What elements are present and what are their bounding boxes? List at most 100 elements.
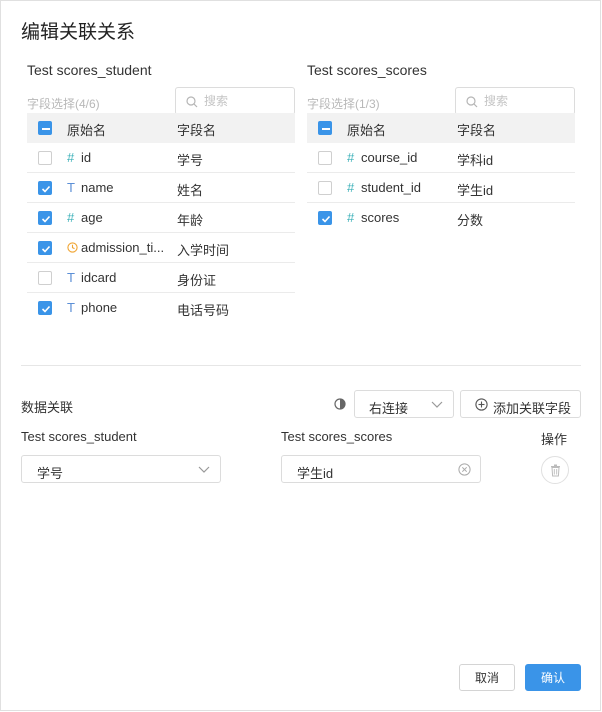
select-all-checkbox[interactable] bbox=[318, 121, 332, 135]
section-divider bbox=[21, 365, 581, 366]
table-row[interactable]: # scores 分数 bbox=[307, 203, 575, 233]
right-relation-field-value: 学生id bbox=[297, 466, 334, 481]
original-name-text: idcard bbox=[81, 270, 117, 285]
left-table-panel: Test scores_student 字段选择(4/6) 原始名 字段名 # i… bbox=[27, 61, 295, 323]
dialog-title: 编辑关联关系 bbox=[21, 22, 136, 43]
left-relation-label: Test scores_student bbox=[21, 429, 137, 444]
field-name-cell: 分数 bbox=[457, 213, 484, 228]
check-icon bbox=[321, 215, 331, 223]
hash-icon: # bbox=[67, 150, 75, 165]
field-name-cell: 电话号码 bbox=[177, 303, 230, 318]
text-type-icon: T bbox=[67, 300, 75, 315]
header-original-name: 原始名 bbox=[67, 123, 107, 138]
clear-icon[interactable] bbox=[458, 463, 471, 476]
left-search-box[interactable] bbox=[175, 87, 295, 115]
clock-icon bbox=[67, 240, 81, 255]
toggle-icon[interactable] bbox=[334, 398, 348, 410]
check-icon bbox=[41, 305, 51, 313]
hash-icon: # bbox=[347, 210, 355, 225]
action-label: 操作 bbox=[541, 432, 568, 447]
field-name-cell: 入学时间 bbox=[177, 243, 230, 258]
original-name-text: id bbox=[81, 150, 92, 165]
original-name-cell: # id bbox=[67, 150, 167, 165]
row-checkbox[interactable] bbox=[38, 271, 52, 285]
row-checkbox[interactable] bbox=[318, 151, 332, 165]
table-row[interactable]: # id 学号 bbox=[27, 143, 295, 173]
confirm-button[interactable]: 确认 bbox=[525, 664, 581, 691]
original-name-cell: Tphone bbox=[67, 300, 167, 315]
field-name-cell: 学号 bbox=[177, 153, 204, 168]
hash-icon: # bbox=[347, 180, 355, 195]
join-type-select[interactable]: 右连接 bbox=[354, 390, 454, 418]
row-checkbox[interactable] bbox=[38, 151, 52, 165]
check-icon bbox=[41, 245, 51, 253]
table-header: 原始名 字段名 bbox=[307, 113, 575, 143]
left-table-title: Test scores_student bbox=[27, 62, 152, 78]
original-name-text: name bbox=[81, 180, 114, 195]
search-icon bbox=[466, 96, 478, 108]
select-all-checkbox[interactable] bbox=[38, 121, 52, 135]
table-row[interactable]: Tphone 电话号码 bbox=[27, 293, 295, 323]
original-name-cell: # student_id bbox=[347, 180, 447, 195]
row-checkbox[interactable] bbox=[38, 181, 52, 195]
right-field-count: 字段选择(1/3) bbox=[307, 97, 380, 111]
original-name-text: phone bbox=[81, 300, 118, 315]
field-name-cell: 学生id bbox=[457, 183, 494, 198]
chevron-down-icon bbox=[431, 401, 443, 408]
cancel-button[interactable]: 取消 bbox=[459, 664, 515, 691]
check-icon bbox=[41, 215, 51, 223]
left-search-input[interactable] bbox=[204, 93, 288, 109]
join-type-value: 右连接 bbox=[369, 401, 409, 416]
indeterminate-icon bbox=[42, 128, 50, 130]
search-icon bbox=[186, 96, 198, 108]
table-row[interactable]: # student_id 学生id bbox=[307, 173, 575, 203]
add-relation-field-button[interactable]: 添加关联字段 bbox=[460, 390, 581, 418]
field-name-cell: 身份证 bbox=[177, 273, 217, 288]
chevron-down-icon bbox=[198, 466, 210, 473]
table-row[interactable]: # course_id 学科id bbox=[307, 143, 575, 173]
row-checkbox[interactable] bbox=[38, 301, 52, 315]
text-type-icon: T bbox=[67, 270, 75, 285]
edit-relation-dialog: 编辑关联关系 Test scores_student 字段选择(4/6) 原始名… bbox=[0, 0, 601, 711]
left-relation-field-select[interactable]: 学号 bbox=[21, 455, 221, 483]
right-relation-label: Test scores_scores bbox=[281, 429, 393, 444]
delete-relation-button[interactable] bbox=[541, 456, 569, 484]
header-original-name: 原始名 bbox=[347, 123, 387, 138]
hash-icon: # bbox=[347, 150, 355, 165]
row-checkbox[interactable] bbox=[318, 181, 332, 195]
left-field-count: 字段选择(4/6) bbox=[27, 97, 100, 111]
table-row[interactable]: # age 年龄 bbox=[27, 203, 295, 233]
row-checkbox[interactable] bbox=[38, 211, 52, 225]
original-name-text: admission_ti... bbox=[81, 240, 165, 255]
original-name-text: course_id bbox=[361, 150, 418, 165]
right-field-table: 原始名 字段名 # course_id 学科id # student_id 学生id # sc… bbox=[307, 113, 575, 233]
header-field-name: 字段名 bbox=[177, 123, 217, 138]
original-name-text: scores bbox=[361, 210, 400, 225]
original-name-cell: admission_ti... bbox=[67, 240, 167, 255]
indeterminate-icon bbox=[322, 128, 330, 130]
original-name-cell: Tname bbox=[67, 180, 167, 195]
table-header: 原始名 字段名 bbox=[27, 113, 295, 143]
field-name-cell: 姓名 bbox=[177, 183, 204, 198]
row-checkbox[interactable] bbox=[38, 241, 52, 255]
original-name-text: age bbox=[81, 210, 103, 225]
text-type-icon: T bbox=[67, 180, 75, 195]
right-table-panel: Test scores_scores 字段选择(1/3) 原始名 字段名 # co… bbox=[307, 61, 575, 233]
relation-section-title: 数据关联 bbox=[21, 400, 74, 415]
table-row[interactable]: Tidcard 身份证 bbox=[27, 263, 295, 293]
original-name-cell: # age bbox=[67, 210, 167, 225]
right-relation-field-select[interactable]: 学生id bbox=[281, 455, 481, 483]
original-name-text: student_id bbox=[361, 180, 421, 195]
right-table-title: Test scores_scores bbox=[307, 62, 427, 78]
header-field-name: 字段名 bbox=[457, 123, 497, 138]
right-search-box[interactable] bbox=[455, 87, 575, 115]
original-name-cell: # scores bbox=[347, 210, 447, 225]
table-row[interactable]: Tname 姓名 bbox=[27, 173, 295, 203]
left-field-table: 原始名 字段名 # id 学号 Tname 姓名 # age 年龄 admission_ti..… bbox=[27, 113, 295, 323]
check-icon bbox=[41, 185, 51, 193]
table-row[interactable]: admission_ti... 入学时间 bbox=[27, 233, 295, 263]
add-relation-field-label: 添加关联字段 bbox=[493, 401, 572, 416]
field-name-cell: 学科id bbox=[457, 153, 494, 168]
right-search-input[interactable] bbox=[484, 93, 568, 109]
row-checkbox[interactable] bbox=[318, 211, 332, 225]
